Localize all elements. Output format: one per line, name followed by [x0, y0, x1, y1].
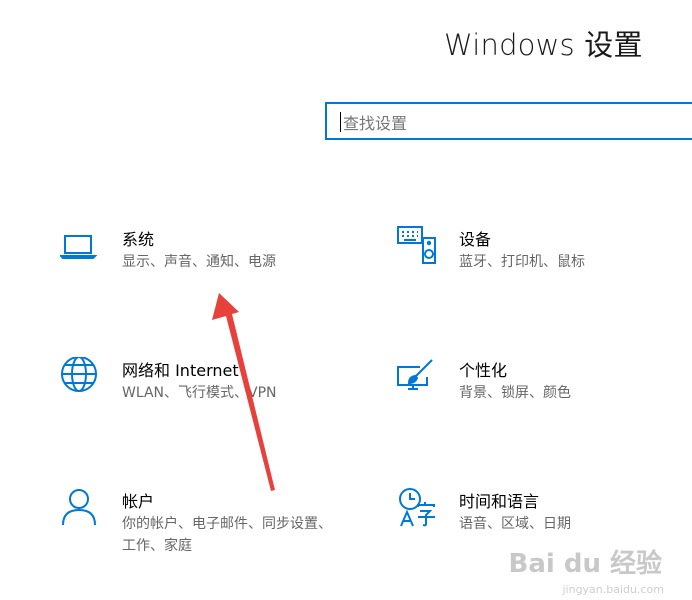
watermark-url: jingyan.baidu.com: [562, 583, 664, 596]
tile-network-name: 网络和 Internet: [122, 361, 239, 380]
tile-devices-desc: 蓝牙、打印机、鼠标: [459, 254, 585, 270]
tile-devices-name: 设备: [459, 230, 492, 249]
tile-system-desc: 显示、声音、通知、电源: [122, 254, 276, 270]
keyboard-speaker-icon: [397, 226, 437, 266]
tile-system-name: 系统: [122, 230, 155, 249]
tile-network-desc: WLAN、飞行模式、VPN: [122, 385, 277, 401]
tile-personalization-desc: 背景、锁屏、颜色: [459, 385, 571, 401]
time-language-icon: [397, 488, 437, 528]
tile-system[interactable]: 系统 显示、声音、通知、电源: [60, 226, 380, 316]
tile-personalization-name: 个性化: [459, 361, 508, 380]
tile-network[interactable]: 网络和 Internet WLAN、飞行模式、VPN: [60, 357, 380, 447]
tile-personalization[interactable]: 个性化 背景、锁屏、颜色: [397, 357, 692, 447]
search-input[interactable]: [341, 110, 665, 136]
tile-accounts[interactable]: 帐户 你的帐户、电子邮件、同步设置、工作、家庭: [60, 488, 380, 578]
page-title: Windows 设置: [444, 28, 643, 62]
tile-time-language-name: 时间和语言: [459, 492, 540, 511]
tile-time-language-desc: 语音、区域、日期: [459, 516, 571, 532]
person-icon: [60, 488, 100, 528]
paint-brush-icon: [397, 357, 437, 397]
watermark-brand: Bai du 经验: [508, 549, 663, 579]
search-box[interactable]: [325, 102, 692, 140]
laptop-icon: [60, 226, 100, 266]
tile-accounts-name: 帐户: [122, 492, 155, 511]
globe-icon: [60, 357, 100, 397]
tile-devices[interactable]: 设备 蓝牙、打印机、鼠标: [397, 226, 692, 316]
tile-accounts-desc: 你的帐户、电子邮件、同步设置、工作、家庭: [122, 516, 332, 554]
